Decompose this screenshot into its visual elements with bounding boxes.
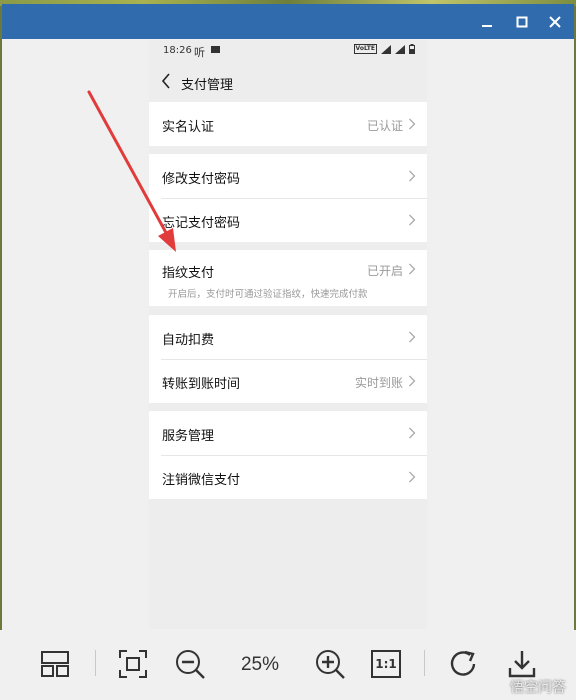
close-button[interactable]	[538, 4, 572, 39]
row-label: 转账到账时间	[162, 377, 241, 392]
rotate-icon	[450, 650, 476, 676]
row-label: 实名认证	[162, 120, 215, 135]
settings-group: 修改支付密码 忘记支付密码	[149, 154, 427, 242]
settings-group: 指纹支付 已开启 开启后，支付时可通过验证指纹，快速完成付款	[149, 250, 427, 306]
signal-icon	[381, 44, 391, 54]
row-fingerprint-pay[interactable]: 指纹支付 已开启 开启后，支付时可通过验证指纹，快速完成付款	[149, 250, 427, 306]
page-title: 支付管理	[181, 78, 234, 93]
row-change-password[interactable]: 修改支付密码	[149, 154, 427, 198]
battery-icon	[409, 44, 415, 54]
chevron-right-icon	[409, 471, 416, 483]
row-label: 修改支付密码	[162, 172, 241, 187]
row-forgot-password[interactable]: 忘记支付密码	[149, 198, 427, 242]
close-icon	[549, 15, 561, 28]
phone-status-bar: 18:26 听 VoLTE	[149, 40, 427, 62]
row-value: 实时到账	[354, 376, 403, 390]
row-auto-deduct[interactable]: 自动扣费	[149, 315, 427, 359]
minimize-button[interactable]	[470, 4, 504, 39]
row-description: 开启后，支付时可通过验证指纹，快速完成付款	[168, 289, 368, 300]
actual-size-icon: 1:1	[371, 650, 401, 678]
viewer-toolbar: 25% 1:1 悟空问答	[0, 630, 576, 700]
phone-screenshot: 18:26 听 VoLTE 支付管理 实名认证 已认证 修改支付密码 忘记支付密…	[149, 40, 427, 629]
actual-size-button[interactable]: 1:1	[368, 646, 404, 682]
zoom-in-icon	[316, 650, 345, 679]
thumbnails-icon	[41, 651, 69, 677]
fit-window-icon	[119, 650, 147, 678]
watermark: 悟空问答	[510, 680, 566, 696]
chevron-right-icon	[409, 331, 416, 343]
settings-group: 实名认证 已认证	[149, 102, 427, 146]
row-label: 自动扣费	[162, 333, 215, 348]
image-notification-icon	[211, 46, 220, 53]
thumbnails-button[interactable]	[37, 646, 73, 682]
maximize-button[interactable]	[505, 4, 539, 39]
row-value: 已开启	[366, 264, 403, 278]
toolbar-separator	[95, 650, 96, 676]
back-arrow-icon[interactable]	[159, 71, 173, 91]
row-label: 忘记支付密码	[162, 216, 241, 231]
chevron-right-icon	[409, 375, 416, 387]
title-bar	[2, 4, 574, 39]
status-indicators: VoLTE	[353, 44, 415, 54]
row-real-name[interactable]: 实名认证 已认证	[149, 102, 427, 146]
toolbar-separator	[424, 650, 425, 676]
zoom-in-button[interactable]	[312, 646, 348, 682]
maximize-icon	[516, 16, 528, 27]
row-transfer-time[interactable]: 转账到账时间 实时到账	[149, 359, 427, 403]
zoom-level: 25%	[240, 654, 280, 675]
rotate-button[interactable]	[446, 646, 482, 682]
zoom-out-icon	[176, 650, 205, 679]
fit-window-button[interactable]	[115, 646, 151, 682]
chevron-right-icon	[409, 263, 416, 275]
row-service-management[interactable]: 服务管理	[149, 411, 427, 455]
phone-nav-bar: 支付管理	[149, 62, 427, 100]
minimize-icon	[482, 24, 492, 27]
zoom-out-button[interactable]	[172, 646, 208, 682]
chevron-right-icon	[409, 427, 416, 439]
download-icon	[508, 651, 536, 678]
image-viewer-window: 18:26 听 VoLTE 支付管理 实名认证 已认证 修改支付密码 忘记支付密…	[2, 4, 574, 700]
row-cancel-wechat-pay[interactable]: 注销微信支付	[149, 455, 427, 499]
chevron-right-icon	[409, 170, 416, 182]
chevron-right-icon	[409, 118, 416, 130]
volte-badge: VoLTE	[353, 44, 377, 54]
row-value: 已认证	[366, 119, 403, 133]
status-time: 18:26	[163, 45, 192, 56]
row-label: 注销微信支付	[162, 473, 241, 488]
settings-group: 自动扣费 转账到账时间 实时到账	[149, 315, 427, 403]
row-label: 服务管理	[162, 429, 215, 444]
row-label: 指纹支付	[162, 266, 215, 281]
image-canvas[interactable]: 18:26 听 VoLTE 支付管理 实名认证 已认证 修改支付密码 忘记支付密…	[2, 39, 574, 639]
chevron-right-icon	[409, 214, 416, 226]
signal-icon	[395, 44, 405, 54]
settings-group: 服务管理 注销微信支付	[149, 411, 427, 499]
status-extra: 听	[194, 46, 205, 59]
